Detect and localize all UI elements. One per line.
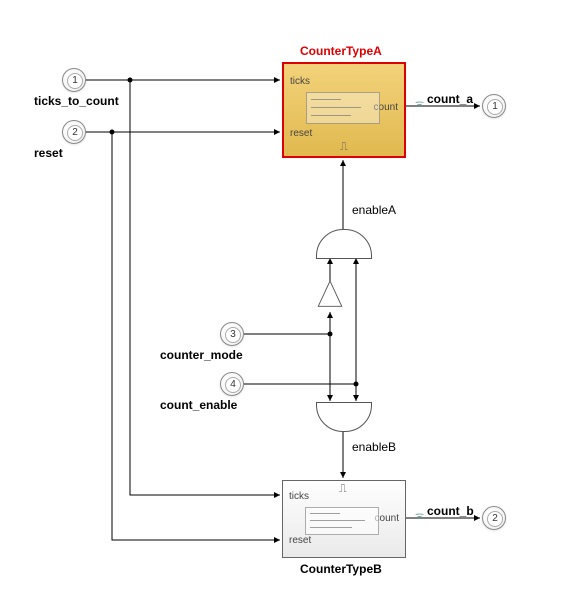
inport-3[interactable]: 3 <box>220 322 244 346</box>
outport-1-label: count_a <box>427 92 473 106</box>
inport-2[interactable]: 2 <box>62 120 86 144</box>
counter-b-title: CounterTypeB <box>300 562 382 576</box>
outport-1[interactable]: 1 <box>482 94 506 118</box>
counter-a-port-reset: reset <box>290 128 312 139</box>
inport-1-label: ticks_to_count <box>34 94 119 108</box>
inport-1[interactable]: 1 <box>62 68 86 92</box>
counter-b-preview <box>305 507 379 535</box>
trigger-port-icon: ⎍ <box>340 141 348 154</box>
counter-a-port-ticks: ticks <box>290 76 310 87</box>
inport-2-number: 2 <box>67 125 83 141</box>
logic-not[interactable] <box>317 281 343 309</box>
subsystem-counter-a[interactable]: ticks reset count ⎍ <box>282 62 406 158</box>
inport-4[interactable]: 4 <box>220 372 244 396</box>
inport-4-label: count_enable <box>160 398 237 412</box>
outport-1-number: 1 <box>487 99 503 115</box>
logic-and-b[interactable] <box>316 402 370 430</box>
signal-enable-a: enableA <box>352 203 396 217</box>
inport-2-label: reset <box>34 146 63 160</box>
inport-3-number: 3 <box>225 327 241 343</box>
outport-2-number: 2 <box>487 511 503 527</box>
counter-b-port-reset: reset <box>289 535 311 546</box>
counter-b-port-ticks: ticks <box>289 491 309 502</box>
counter-a-preview <box>306 92 380 124</box>
inport-4-number: 4 <box>225 377 241 393</box>
trigger-port-icon: ⎍ <box>339 483 347 496</box>
diagram-canvas: 1 ticks_to_count 2 reset 3 counter_mode … <box>0 0 578 593</box>
subsystem-counter-b[interactable]: ⎍ ticks reset count <box>282 480 406 558</box>
counter-a-title: CounterTypeA <box>300 44 382 58</box>
outport-2[interactable]: 2 <box>482 506 506 530</box>
inport-1-number: 1 <box>67 73 83 89</box>
outport-2-label: count_b <box>427 504 474 518</box>
signal-log-icon: ᯤ <box>415 508 424 522</box>
inport-3-label: counter_mode <box>160 348 243 362</box>
logic-and-a[interactable] <box>316 229 370 257</box>
signal-log-icon: ᯤ <box>415 96 424 110</box>
signal-enable-b: enableB <box>352 440 396 454</box>
